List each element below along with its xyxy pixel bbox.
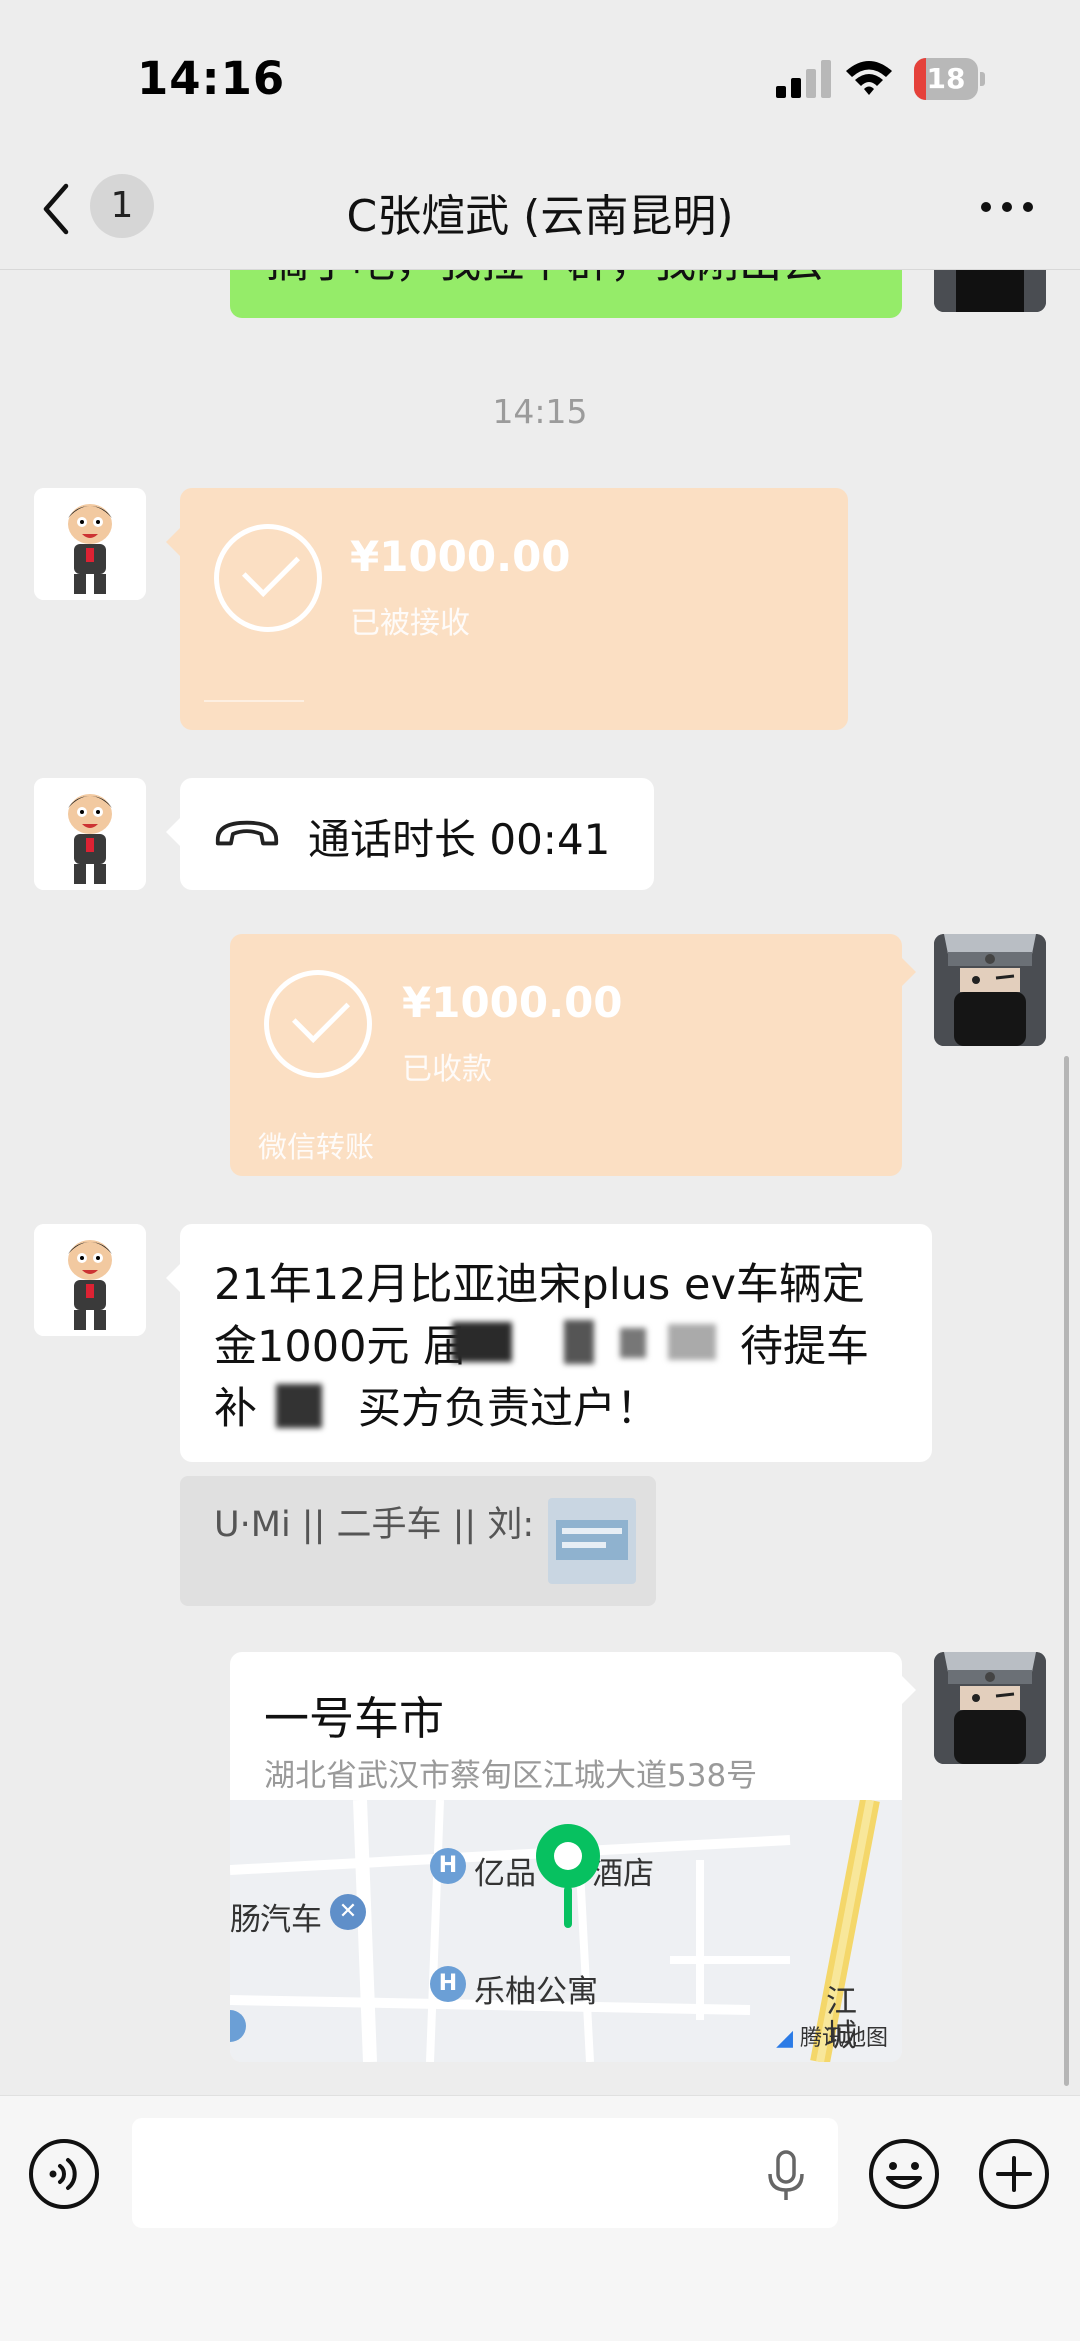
location-card[interactable]: 一号车市 湖北省武汉市蔡甸区江城大道538号 H 亿品 酒店 肠 汽车 ✕ H … bbox=[230, 1652, 916, 2062]
map-label-hotel: 亿品 bbox=[474, 1856, 536, 1892]
chevron-left-icon[interactable] bbox=[36, 174, 76, 244]
message-line-3-start: 补 bbox=[214, 1384, 257, 1434]
avatar-self[interactable] bbox=[934, 1652, 1046, 1764]
tencent-map-logo-icon: ◢ bbox=[776, 2026, 800, 2051]
map-label-apartment: 乐柚公寓 bbox=[474, 1974, 598, 2010]
battery-icon: 18 bbox=[914, 58, 986, 100]
map-credit: ◢ 腾讯地图 bbox=[776, 2020, 888, 2052]
message-text: 搞了吧，我拉个群，我刚出去 bbox=[266, 270, 825, 290]
transfer-amount: ¥1000.00 bbox=[402, 978, 623, 1027]
map-preview[interactable]: H 亿品 酒店 肠 汽车 ✕ H 乐柚公寓 江 城 ◢ 腾讯地图 bbox=[230, 1800, 902, 2062]
message-line-2-end: 待提车 bbox=[740, 1322, 869, 1372]
quoted-message[interactable]: U·Mi || 二手车 || 刘: bbox=[180, 1476, 656, 1606]
status-time: 14:16 bbox=[137, 52, 286, 105]
more-horizontal-icon[interactable] bbox=[976, 172, 1038, 242]
wifi-icon bbox=[846, 61, 892, 95]
message-input[interactable] bbox=[132, 2118, 838, 2228]
location-address: 湖北省武汉市蔡甸区江城大道538号 bbox=[264, 1758, 758, 1794]
voice-icon[interactable] bbox=[28, 2138, 100, 2210]
redaction-mark bbox=[564, 1320, 594, 1364]
transfer-divider bbox=[204, 700, 304, 702]
repair-icon: ✕ bbox=[330, 1894, 366, 1930]
ninja-avatar-icon bbox=[934, 934, 1046, 1046]
message-line-1: 21年12月比亚迪宋plus ev车辆定 bbox=[214, 1260, 865, 1310]
quoted-image-thumbnail[interactable] bbox=[548, 1498, 636, 1584]
unread-count-badge[interactable]: 1 bbox=[90, 174, 154, 238]
scrollbar[interactable] bbox=[1064, 1056, 1069, 2086]
avatar-contact[interactable] bbox=[34, 778, 146, 890]
message-input-bar bbox=[0, 2095, 1080, 2341]
plus-icon[interactable] bbox=[978, 2138, 1050, 2210]
avatar-self[interactable] bbox=[934, 270, 1046, 312]
transfer-card-sent[interactable]: ¥1000.00 已收款 微信转账 bbox=[230, 934, 916, 1176]
ninja-avatar-icon bbox=[934, 1652, 1046, 1764]
signal-icon bbox=[776, 60, 831, 98]
check-circle-icon bbox=[214, 524, 322, 632]
transfer-status: 已被接收 bbox=[350, 606, 470, 641]
check-circle-icon bbox=[264, 970, 372, 1078]
cartoon-avatar-icon bbox=[34, 778, 146, 890]
avatar-contact[interactable] bbox=[34, 1224, 146, 1336]
emoji-icon[interactable] bbox=[868, 2138, 940, 2210]
chat-header: 1 C张煊武 (云南昆明) bbox=[0, 150, 1080, 270]
message-bubble-received[interactable]: 21年12月比亚迪宋plus ev车辆定 金1000元 届 待提车 补 买方负责… bbox=[166, 1224, 932, 1462]
call-record-bubble[interactable]: 通话时长 00:41 bbox=[166, 778, 654, 890]
chat-title: C张煊武 (云南昆明) bbox=[346, 191, 734, 242]
redaction-mark bbox=[668, 1324, 716, 1360]
redaction-mark bbox=[276, 1384, 322, 1428]
ninja-avatar-icon bbox=[934, 270, 1046, 312]
transfer-amount: ¥1000.00 bbox=[350, 532, 571, 581]
status-bar: 14:16 18 bbox=[0, 0, 1080, 150]
message-line-3-mid: 买方负责过户！ bbox=[358, 1384, 659, 1434]
cartoon-avatar-icon bbox=[34, 488, 146, 600]
transfer-card-received[interactable]: ¥1000.00 已被接收 bbox=[166, 488, 848, 730]
map-pin-icon bbox=[536, 1824, 600, 1928]
cartoon-avatar-icon bbox=[34, 1224, 146, 1336]
avatar-contact[interactable] bbox=[34, 488, 146, 600]
location-title: 一号车市 bbox=[264, 1692, 445, 1745]
redaction-mark bbox=[452, 1322, 512, 1362]
message-line-2-start: 金1000元 届 bbox=[214, 1322, 467, 1372]
quoted-message-text: U·Mi || 二手车 || 刘: bbox=[214, 1505, 535, 1545]
call-duration: 通话时长 00:41 bbox=[308, 815, 611, 864]
message-timestamp: 14:15 bbox=[492, 392, 588, 431]
battery-level: 18 bbox=[926, 62, 966, 95]
transfer-status: 已收款 bbox=[402, 1052, 492, 1087]
map-label-car: 汽车 bbox=[260, 1902, 322, 1938]
avatar-self[interactable] bbox=[934, 934, 1046, 1046]
phone-hangup-icon bbox=[215, 820, 279, 846]
hotel-icon: H bbox=[430, 1848, 466, 1884]
map-credit-text: 腾讯地图 bbox=[799, 2026, 888, 2051]
redaction-mark bbox=[620, 1328, 646, 1358]
chat-message-list[interactable]: 搞了吧，我拉个群，我刚出去 14:15 ¥1000.00 bbox=[0, 270, 1080, 2095]
map-label-car-prefix: 肠 bbox=[230, 1902, 261, 1938]
apartment-icon: H bbox=[430, 1966, 466, 2002]
transfer-footer: 微信转账 bbox=[258, 1130, 375, 1164]
microphone-icon[interactable] bbox=[756, 2144, 816, 2204]
message-bubble-sent-partial[interactable]: 搞了吧，我拉个群，我刚出去 bbox=[230, 270, 902, 318]
